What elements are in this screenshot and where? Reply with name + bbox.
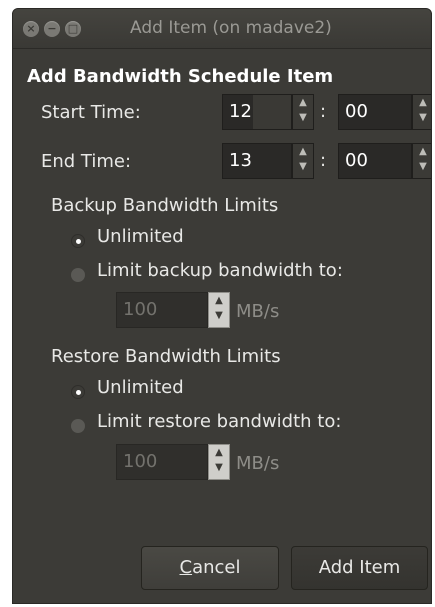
start-minute-spinner[interactable]: 00 ▲ ▼ — [338, 94, 431, 130]
start-minute-stepper-icon[interactable]: ▲ ▼ — [412, 94, 431, 130]
minimize-icon[interactable]: − — [44, 21, 60, 37]
restore-unlimited-radio[interactable] — [71, 385, 85, 399]
backup-unit-label: MB/s — [236, 301, 280, 322]
dialog-heading: Add Bandwidth Schedule Item — [27, 66, 334, 87]
backup-limit-field[interactable]: 100 — [116, 292, 208, 328]
restore-limit-radio[interactable] — [71, 419, 85, 433]
restore-limit-spinner[interactable]: 100 ▲ ▼ — [116, 444, 230, 480]
end-hour-field[interactable]: 13 — [222, 143, 292, 179]
backup-section-label: Backup Bandwidth Limits — [51, 195, 279, 216]
start-hour-spinner[interactable]: 12 ▲ ▼ — [222, 94, 314, 130]
backup-limit-label[interactable]: Limit backup bandwidth to: — [97, 260, 343, 281]
cancel-button[interactable]: Cancel — [141, 546, 279, 590]
start-time-label: Start Time: — [41, 102, 141, 123]
start-hour-field[interactable]: 12 — [222, 94, 292, 130]
start-hour-stepper-icon[interactable]: ▲ ▼ — [292, 94, 314, 130]
end-minute-field[interactable]: 00 — [338, 143, 412, 179]
window-title: Add Item (on madave2) — [130, 18, 332, 38]
title-bar[interactable]: × − □ Add Item (on madave2) — [13, 9, 431, 49]
restore-section-label: Restore Bandwidth Limits — [51, 346, 281, 367]
end-time-colon: : — [320, 150, 327, 171]
cancel-label: ancel — [192, 557, 241, 578]
end-minute-stepper-icon[interactable]: ▲ ▼ — [412, 143, 431, 179]
cancel-mnemonic: C — [179, 557, 193, 578]
restore-limit-label[interactable]: Limit restore bandwidth to: — [97, 411, 341, 432]
backup-unlimited-label[interactable]: Unlimited — [97, 226, 184, 247]
backup-limit-spinner[interactable]: 100 ▲ ▼ — [116, 292, 230, 328]
backup-unlimited-radio[interactable] — [71, 234, 85, 248]
end-minute-spinner[interactable]: 00 ▲ ▼ — [338, 143, 431, 179]
close-icon[interactable]: × — [23, 21, 39, 37]
restore-unlimited-label[interactable]: Unlimited — [97, 377, 184, 398]
start-time-colon: : — [320, 101, 327, 122]
end-hour-spinner[interactable]: 13 ▲ ▼ — [222, 143, 314, 179]
end-hour-stepper-icon[interactable]: ▲ ▼ — [292, 143, 314, 179]
backup-limit-stepper-icon[interactable]: ▲ ▼ — [208, 292, 230, 328]
restore-limit-field[interactable]: 100 — [116, 444, 208, 480]
restore-unit-label: MB/s — [236, 453, 280, 474]
dialog-window: × − □ Add Item (on madave2) Add Bandwidt… — [12, 8, 432, 604]
restore-limit-stepper-icon[interactable]: ▲ ▼ — [208, 444, 230, 480]
backup-limit-radio[interactable] — [71, 268, 85, 282]
add-item-button[interactable]: Add Item — [291, 546, 428, 590]
start-minute-field[interactable]: 00 — [338, 94, 412, 130]
add-item-label: Add Item — [318, 557, 401, 578]
end-time-label: End Time: — [41, 151, 132, 172]
maximize-icon[interactable]: □ — [65, 21, 81, 37]
